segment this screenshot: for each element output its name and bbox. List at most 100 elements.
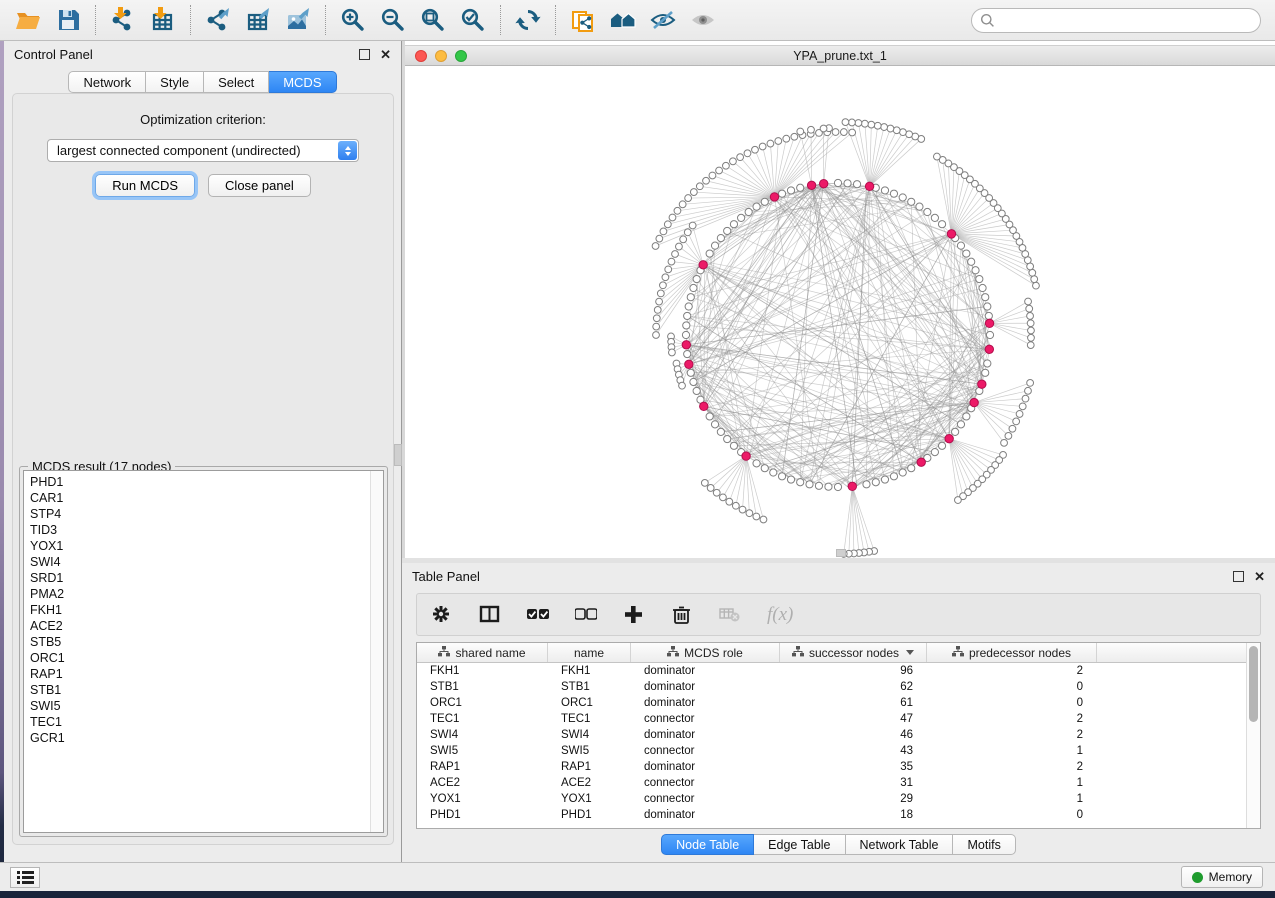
table-row[interactable]: YOX1YOX1connector291 bbox=[417, 791, 1246, 807]
table-scrollbar[interactable] bbox=[1246, 643, 1260, 828]
column-header-shared-name[interactable]: shared name bbox=[417, 643, 548, 662]
mcds-result-item[interactable]: ACE2 bbox=[30, 618, 370, 634]
table-cell[interactable]: connector bbox=[631, 793, 780, 805]
table-cell[interactable]: connector bbox=[631, 713, 780, 725]
table-cell[interactable]: 18 bbox=[780, 809, 927, 821]
zoom-in-icon[interactable] bbox=[333, 3, 373, 37]
table-cell[interactable]: ORC1 bbox=[548, 697, 631, 709]
close-table-panel-icon[interactable]: ✕ bbox=[1254, 571, 1265, 582]
table-cell[interactable]: ACE2 bbox=[548, 777, 631, 789]
table-cell[interactable]: SWI4 bbox=[417, 729, 548, 741]
mcds-result-item[interactable]: CAR1 bbox=[30, 490, 370, 506]
table-row[interactable]: SWI5SWI5connector431 bbox=[417, 743, 1246, 759]
tab-select[interactable]: Select bbox=[204, 71, 269, 93]
table-cell[interactable]: 29 bbox=[780, 793, 927, 805]
tab-style[interactable]: Style bbox=[146, 71, 204, 93]
mcds-result-item[interactable]: STB5 bbox=[30, 634, 370, 650]
horizontal-splitter-grip[interactable] bbox=[836, 549, 846, 557]
table-cell[interactable]: FKH1 bbox=[548, 665, 631, 677]
table-cell[interactable]: 46 bbox=[780, 729, 927, 741]
table-cell[interactable]: RAP1 bbox=[417, 761, 548, 773]
table-cell[interactable]: PHD1 bbox=[548, 809, 631, 821]
column-header-name[interactable]: name bbox=[548, 643, 631, 662]
import-network-icon[interactable] bbox=[103, 3, 143, 37]
table-row[interactable]: TEC1TEC1connector472 bbox=[417, 711, 1246, 727]
mcds-result-item[interactable]: FKH1 bbox=[30, 602, 370, 618]
export-table-icon[interactable] bbox=[238, 3, 278, 37]
mcds-result-item[interactable]: RAP1 bbox=[30, 666, 370, 682]
table-cell[interactable]: FKH1 bbox=[417, 665, 548, 677]
mcds-result-item[interactable]: STP4 bbox=[30, 506, 370, 522]
zoom-out-icon[interactable] bbox=[373, 3, 413, 37]
import-table-icon[interactable] bbox=[143, 3, 183, 37]
table-cell[interactable]: SWI5 bbox=[417, 745, 548, 757]
export-network-icon[interactable] bbox=[198, 3, 238, 37]
table-row[interactable]: RAP1RAP1dominator352 bbox=[417, 759, 1246, 775]
table-cell[interactable]: YOX1 bbox=[417, 793, 548, 805]
memory-button[interactable]: Memory bbox=[1181, 866, 1263, 888]
table-cell[interactable]: 43 bbox=[780, 745, 927, 757]
new-network-from-selection-icon[interactable] bbox=[563, 3, 603, 37]
float-panel-icon[interactable] bbox=[359, 49, 370, 60]
table-cell[interactable]: connector bbox=[631, 745, 780, 757]
table-cell[interactable]: 0 bbox=[927, 809, 1097, 821]
table-cell[interactable]: 2 bbox=[927, 729, 1097, 741]
table-cell[interactable]: 35 bbox=[780, 761, 927, 773]
table-cell[interactable]: 2 bbox=[927, 665, 1097, 677]
table-row[interactable]: ACE2ACE2connector311 bbox=[417, 775, 1246, 791]
mcds-result-item[interactable]: PHD1 bbox=[30, 474, 370, 490]
add-column-icon[interactable] bbox=[623, 604, 645, 625]
mcds-result-item[interactable]: PMA2 bbox=[30, 586, 370, 602]
run-mcds-button[interactable]: Run MCDS bbox=[95, 174, 195, 197]
mcds-result-item[interactable]: STB1 bbox=[30, 682, 370, 698]
close-panel-button[interactable]: Close panel bbox=[208, 174, 311, 197]
table-cell[interactable]: connector bbox=[631, 777, 780, 789]
tab-motifs[interactable]: Motifs bbox=[953, 834, 1015, 855]
mcds-result-item[interactable]: SWI4 bbox=[30, 554, 370, 570]
table-cell[interactable]: 0 bbox=[927, 681, 1097, 693]
show-columns-icon[interactable] bbox=[479, 604, 501, 625]
vertical-splitter-grip[interactable] bbox=[394, 444, 402, 466]
table-mode-gear-icon[interactable] bbox=[431, 604, 453, 625]
mcds-result-item[interactable]: ORC1 bbox=[30, 650, 370, 666]
close-panel-icon[interactable]: ✕ bbox=[380, 49, 391, 60]
mcds-result-item[interactable]: TID3 bbox=[30, 522, 370, 538]
mcds-list-scrollbar[interactable] bbox=[370, 471, 383, 832]
table-cell[interactable]: 1 bbox=[927, 745, 1097, 757]
table-cell[interactable]: 1 bbox=[927, 793, 1097, 805]
tab-mcds[interactable]: MCDS bbox=[269, 71, 336, 93]
table-cell[interactable]: dominator bbox=[631, 809, 780, 821]
table-cell[interactable]: STB1 bbox=[548, 681, 631, 693]
network-graph[interactable] bbox=[405, 67, 1275, 558]
tab-network-table[interactable]: Network Table bbox=[846, 834, 954, 855]
table-cell[interactable]: TEC1 bbox=[548, 713, 631, 725]
zoom-selected-icon[interactable] bbox=[453, 3, 493, 37]
apply-layout-icon[interactable] bbox=[508, 3, 548, 37]
table-cell[interactable]: 96 bbox=[780, 665, 927, 677]
tab-node-table[interactable]: Node Table bbox=[661, 834, 754, 855]
table-row[interactable]: ORC1ORC1dominator610 bbox=[417, 695, 1246, 711]
tab-network[interactable]: Network bbox=[68, 71, 146, 93]
table-cell[interactable]: SWI5 bbox=[548, 745, 631, 757]
hide-selection-icon[interactable] bbox=[643, 3, 683, 37]
table-cell[interactable]: STB1 bbox=[417, 681, 548, 693]
table-cell[interactable]: 61 bbox=[780, 697, 927, 709]
network-canvas[interactable] bbox=[405, 67, 1275, 558]
table-cell[interactable]: 31 bbox=[780, 777, 927, 789]
column-header-MCDS-role[interactable]: MCDS role bbox=[631, 643, 780, 662]
mcds-result-item[interactable]: GCR1 bbox=[30, 730, 370, 746]
delete-columns-icon[interactable] bbox=[671, 604, 693, 625]
table-row[interactable]: PHD1PHD1dominator180 bbox=[417, 807, 1246, 823]
table-cell[interactable]: dominator bbox=[631, 761, 780, 773]
table-cell[interactable]: 2 bbox=[927, 713, 1097, 725]
export-image-icon[interactable] bbox=[278, 3, 318, 37]
show-all-icon[interactable] bbox=[683, 3, 723, 37]
table-cell[interactable]: 2 bbox=[927, 761, 1097, 773]
table-cell[interactable]: ACE2 bbox=[417, 777, 548, 789]
table-scrollbar-thumb[interactable] bbox=[1249, 646, 1258, 722]
table-row[interactable]: STB1STB1dominator620 bbox=[417, 679, 1246, 695]
optimization-criterion-select[interactable]: largest connected component (undirected) bbox=[47, 139, 359, 162]
table-cell[interactable]: 1 bbox=[927, 777, 1097, 789]
mcds-result-item[interactable]: YOX1 bbox=[30, 538, 370, 554]
table-cell[interactable]: 0 bbox=[927, 697, 1097, 709]
